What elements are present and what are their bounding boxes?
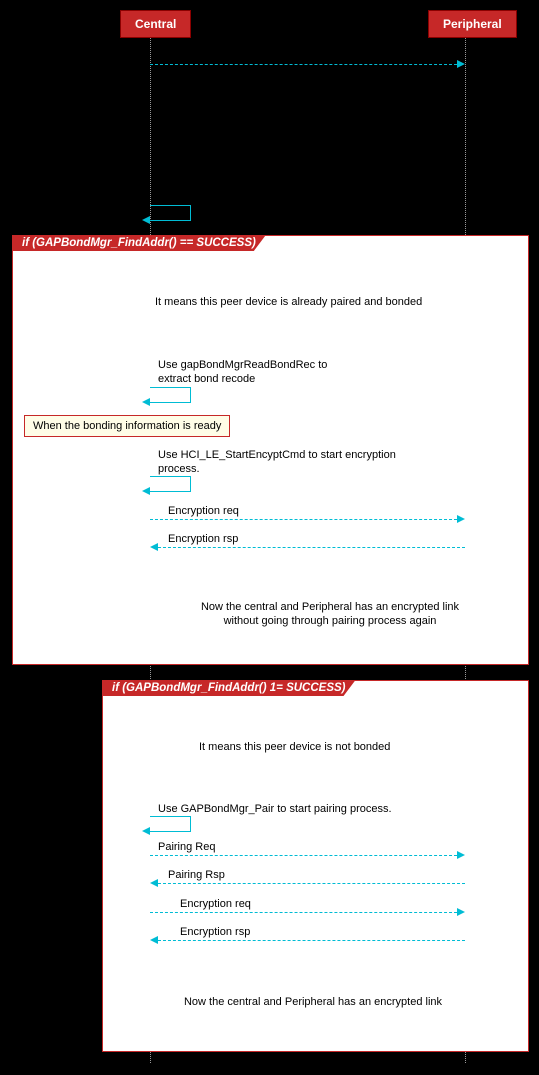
enc-rsp-arrow-2 xyxy=(158,940,465,941)
pairing-rsp-head xyxy=(150,879,158,887)
enc-req-label-1: Encryption req xyxy=(168,504,239,518)
participant-central: Central xyxy=(120,10,191,38)
arrow-head-initial xyxy=(457,60,465,68)
step-encrypt-cmd: Use HCI_LE_StartEncyptCmd to start encry… xyxy=(158,448,396,477)
result-1: Now the central and Peripheral has an en… xyxy=(175,600,485,629)
pairing-req-label: Pairing Req xyxy=(158,840,215,854)
enc-req-head-1 xyxy=(457,515,465,523)
participant-peripheral: Peripheral xyxy=(428,10,517,38)
pairing-req-arrow xyxy=(150,855,457,856)
enc-req-arrow-2 xyxy=(150,912,457,913)
note-not-bonded: It means this peer device is not bonded xyxy=(199,740,390,754)
step-pair: Use GAPBondMgr_Pair to start pairing pro… xyxy=(158,802,392,816)
self-arrow-encrypt xyxy=(150,476,191,492)
group-header-2: if (GAPBondMgr_FindAddr() 1= SUCCESS) xyxy=(102,680,356,696)
self-arrow-pair xyxy=(150,816,191,832)
step-read-bond: Use gapBondMgrReadBondRec to extract bon… xyxy=(158,358,327,387)
self-arrow-read xyxy=(150,387,191,403)
enc-req-head-2 xyxy=(457,908,465,916)
pairing-rsp-label: Pairing Rsp xyxy=(168,868,225,882)
result-2: Now the central and Peripheral has an en… xyxy=(158,995,468,1009)
pairing-req-head xyxy=(457,851,465,859)
enc-rsp-label-2: Encryption rsp xyxy=(180,925,250,939)
enc-rsp-arrow-1 xyxy=(158,547,465,548)
arrow-initial xyxy=(150,64,457,65)
self-arrow-1 xyxy=(150,205,191,221)
enc-rsp-head-1 xyxy=(150,543,158,551)
pairing-rsp-arrow xyxy=(158,883,465,884)
sequence-diagram: Central Peripheral if (GAPBondMgr_FindAd… xyxy=(10,10,529,1065)
enc-rsp-head-2 xyxy=(150,936,158,944)
enc-rsp-label-1: Encryption rsp xyxy=(168,532,238,546)
enc-req-label-2: Encryption req xyxy=(180,897,251,911)
enc-req-arrow-1 xyxy=(150,519,457,520)
note-bonding-ready: When the bonding information is ready xyxy=(24,415,230,437)
group-header-1: if (GAPBondMgr_FindAddr() == SUCCESS) xyxy=(12,235,266,251)
note-paired: It means this peer device is already pai… xyxy=(155,295,485,309)
